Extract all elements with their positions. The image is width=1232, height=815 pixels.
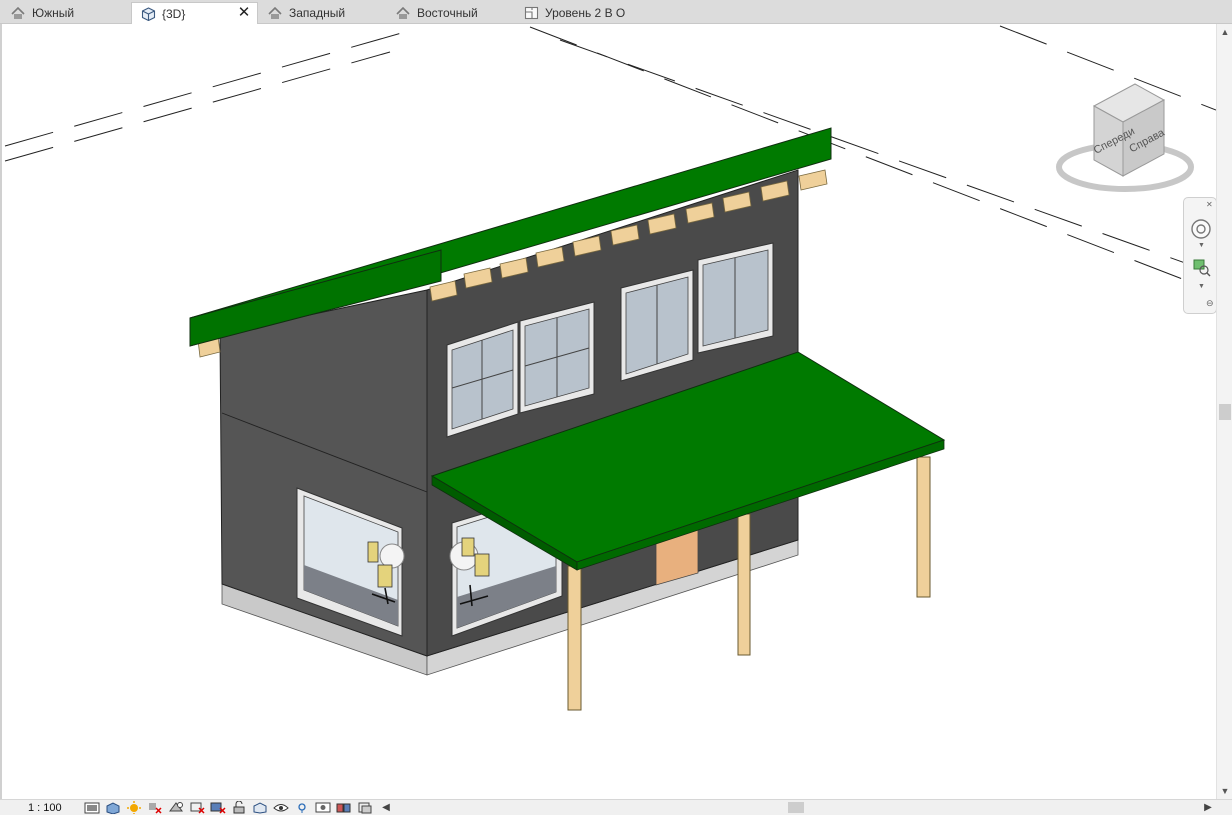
- scrollbar-thumb[interactable]: [1219, 404, 1231, 420]
- scroll-right-icon[interactable]: ▶: [1202, 800, 1214, 815]
- render-icon[interactable]: [166, 801, 185, 815]
- view-scale[interactable]: 1 : 100: [0, 802, 70, 814]
- model-drawing: [4, 25, 1216, 711]
- horizontal-scrollbar[interactable]: ◀ ▶: [380, 800, 1232, 815]
- elevation-icon: [395, 6, 411, 20]
- navbar-options-icon[interactable]: ⊖: [1206, 298, 1214, 309]
- zoom-region-icon[interactable]: [1192, 258, 1212, 281]
- cube-3d-icon: [140, 6, 156, 21]
- crop-view-icon[interactable]: [187, 801, 206, 815]
- floor-plan-icon: [523, 6, 539, 20]
- tab-west-elevation[interactable]: Западный: [259, 2, 387, 24]
- 3d-view-canvas[interactable]: Спереди Справа ✕ ▼ ▼ ⊖: [0, 24, 1216, 799]
- tab-label: Южный: [32, 6, 75, 20]
- tab-label: Западный: [289, 6, 346, 20]
- tab-south-elevation[interactable]: Южный: [2, 2, 130, 24]
- tab-label: {3D}: [162, 6, 186, 21]
- shadows-icon[interactable]: [145, 801, 164, 815]
- steering-wheel-icon[interactable]: [1190, 218, 1212, 243]
- scroll-left-icon[interactable]: ◀: [380, 800, 392, 815]
- vertical-scrollbar[interactable]: ▲ ▼: [1216, 24, 1232, 799]
- elevation-icon: [267, 6, 283, 20]
- scroll-down-icon[interactable]: ▼: [1219, 785, 1231, 797]
- dropdown-arrow-icon[interactable]: ▼: [1198, 283, 1205, 290]
- tab-3d-view[interactable]: {3D} ✕: [131, 2, 258, 24]
- unlock-3d-icon[interactable]: [229, 801, 248, 815]
- elevation-icon: [10, 6, 26, 20]
- view-cube[interactable]: Спереди Справа: [1052, 82, 1197, 202]
- highlight-displacement-icon[interactable]: [355, 801, 374, 815]
- analytical-model-icon[interactable]: [334, 801, 353, 815]
- scrollbar-thumb[interactable]: [788, 802, 804, 813]
- tab-east-elevation[interactable]: Восточный: [387, 2, 515, 24]
- temporary-view-properties-icon[interactable]: [313, 801, 332, 815]
- show-crop-icon[interactable]: [208, 801, 227, 815]
- view-control-bar: 1 : 100 ◀ ▶: [0, 799, 1232, 815]
- sun-path-icon[interactable]: [124, 801, 143, 815]
- close-tab-icon[interactable]: ✕: [237, 5, 251, 21]
- temporary-hide-icon[interactable]: [250, 801, 269, 815]
- scroll-up-icon[interactable]: ▲: [1219, 26, 1231, 38]
- navigation-bar: ✕ ▼ ▼ ⊖: [1183, 197, 1216, 314]
- dropdown-arrow-icon[interactable]: ▼: [1198, 242, 1205, 249]
- tab-label: Уровень 2 В О: [545, 6, 626, 20]
- reveal-hidden-icon[interactable]: [271, 801, 290, 815]
- tab-level-2-plan[interactable]: Уровень 2 В О: [515, 2, 665, 24]
- visual-style-icon[interactable]: [103, 801, 122, 815]
- detail-level-icon[interactable]: [82, 801, 101, 815]
- view-tab-bar: Южный {3D} ✕ Западный Восточный Уровень …: [0, 0, 1232, 24]
- navbar-close-icon[interactable]: ✕: [1206, 200, 1213, 209]
- worksharing-icon[interactable]: [292, 801, 311, 815]
- tab-label: Восточный: [417, 6, 478, 20]
